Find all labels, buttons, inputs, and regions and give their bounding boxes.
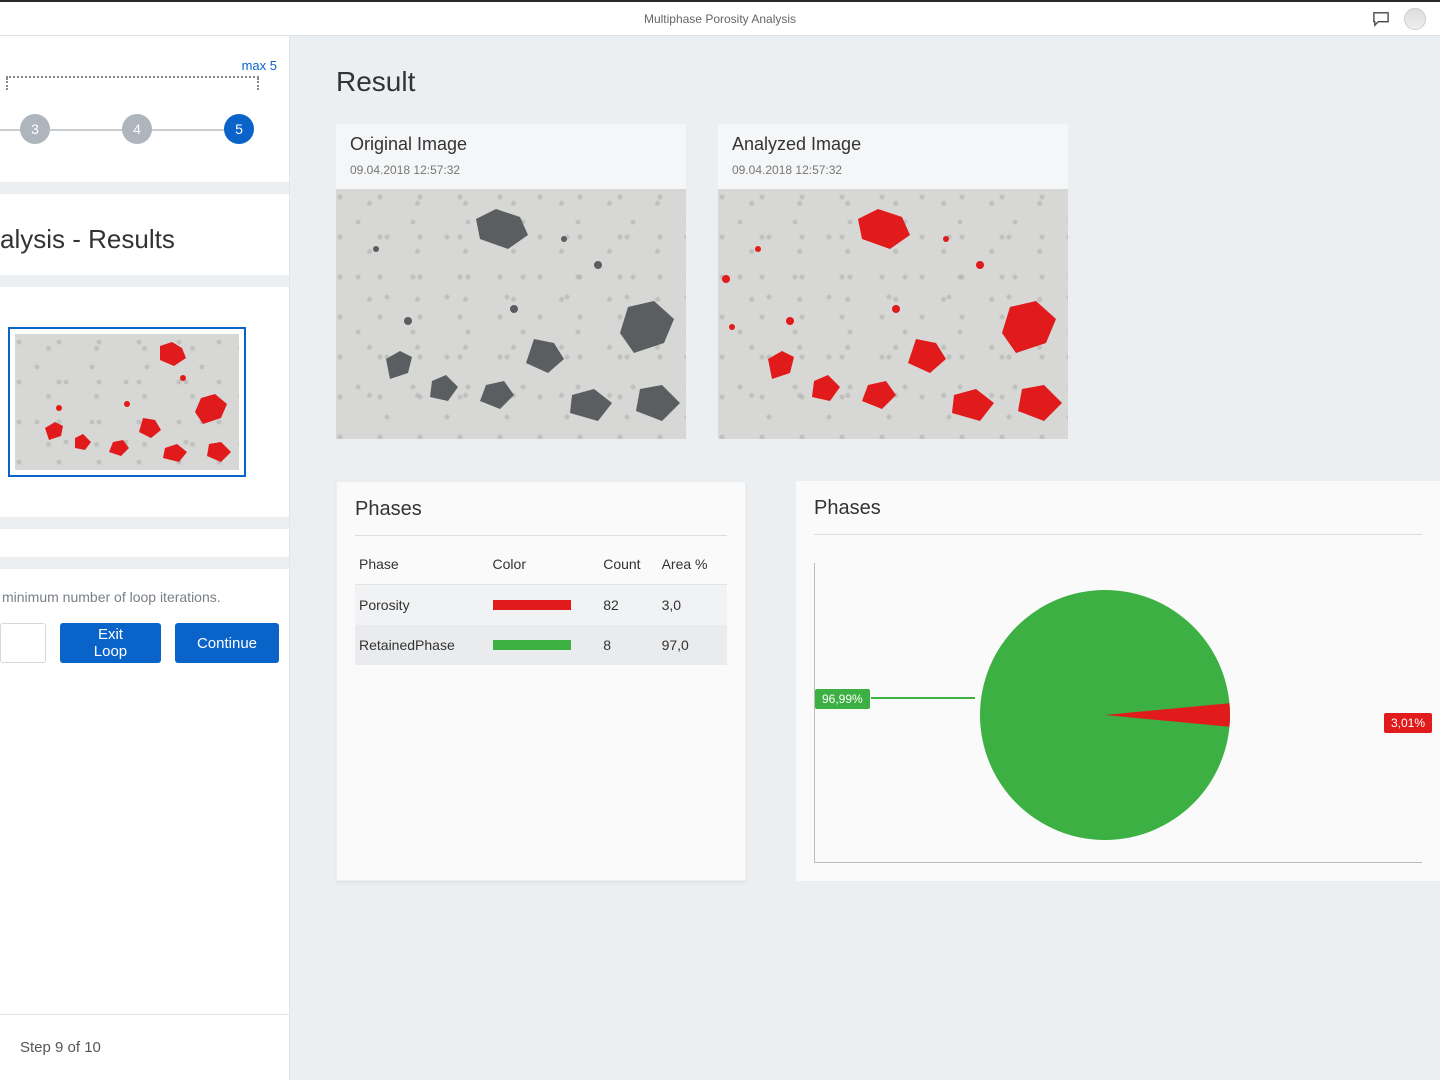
loop-hint-text: minimum number of loop iterations. [0,569,289,623]
title-bar: Multiphase Porosity Analysis [0,0,1440,36]
cell-phase: Porosity [355,585,489,626]
analyzed-image-card: Analyzed Image 09.04.2018 12:57:32 [718,124,1068,439]
analyzed-image-timestamp: 09.04.2018 12:57:32 [732,163,1054,177]
exit-loop-button[interactable]: Exit Loop [60,623,161,663]
step-node-4[interactable]: 4 [122,114,152,144]
phases-chart-title: Phases [814,497,1422,535]
main-content: Result Original Image 09.04.2018 12:57:3… [290,36,1440,1080]
col-phase: Phase [355,544,489,585]
pie-label-retained: 96,99% [815,689,870,709]
original-image[interactable] [336,189,686,439]
analyzed-image[interactable] [718,189,1068,439]
table-row: RetainedPhase 897,0 [355,625,727,665]
pie-label-porosity: 3,01% [1384,713,1432,733]
cell-count: 8 [599,625,657,665]
max-iterations-label: max 5 [242,58,277,73]
cell-area: 3,0 [658,585,727,626]
comment-icon[interactable] [1372,11,1390,27]
cell-color [489,625,600,665]
original-image-title: Original Image [350,134,672,155]
sidebar: max 5 3 4 5 alysis - Results [0,36,290,1080]
col-count: Count [599,544,657,585]
col-color: Color [489,544,600,585]
back-button[interactable] [0,623,46,663]
cell-area: 97,0 [658,625,727,665]
continue-button[interactable]: Continue [175,623,279,663]
step-tracker: max 5 3 4 5 [0,36,289,194]
phases-chart-card: Phases 96,99% 3,01% [796,481,1440,881]
cell-phase: RetainedPhase [355,625,489,665]
phases-table-title: Phases [355,498,727,536]
step-node-3[interactable]: 3 [20,114,50,144]
result-heading: Result [336,66,1440,98]
phases-table-card: Phases Phase Color Count Area % Porosity… [336,481,746,881]
analyzed-image-title: Analyzed Image [732,134,1054,155]
analyzed-thumbnail[interactable] [8,327,246,477]
original-image-timestamp: 09.04.2018 12:57:32 [350,163,672,177]
section-title: alysis - Results [0,194,289,287]
cell-count: 82 [599,585,657,626]
thumbnail-panel [0,287,289,529]
phases-pie-chart: 96,99% 3,01% [814,563,1422,863]
col-area: Area % [658,544,727,585]
step-progress-label: Step 9 of 10 [0,1014,289,1080]
step-node-5[interactable]: 5 [224,114,254,144]
phases-table: Phase Color Count Area % Porosity823,0Re… [355,544,727,665]
original-image-card: Original Image 09.04.2018 12:57:32 [336,124,686,439]
cell-color [489,585,600,626]
app-title: Multiphase Porosity Analysis [644,12,796,26]
user-avatar[interactable] [1404,8,1426,30]
table-row: Porosity 823,0 [355,585,727,626]
